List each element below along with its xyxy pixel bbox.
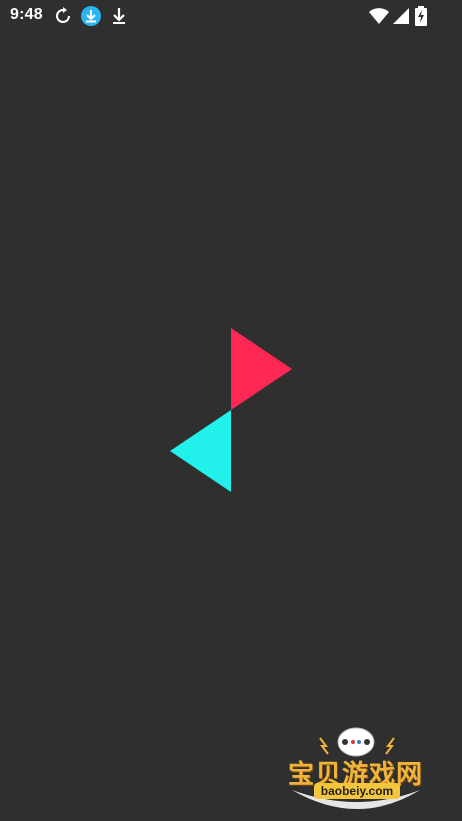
watermark-domain: baobeiy.com — [314, 783, 400, 799]
logo-bottom-triangle — [170, 410, 231, 492]
splash-logo — [170, 328, 292, 492]
watermark: 宝贝游戏网 baobeiy.com — [286, 724, 432, 816]
logo-top-triangle — [231, 328, 292, 410]
